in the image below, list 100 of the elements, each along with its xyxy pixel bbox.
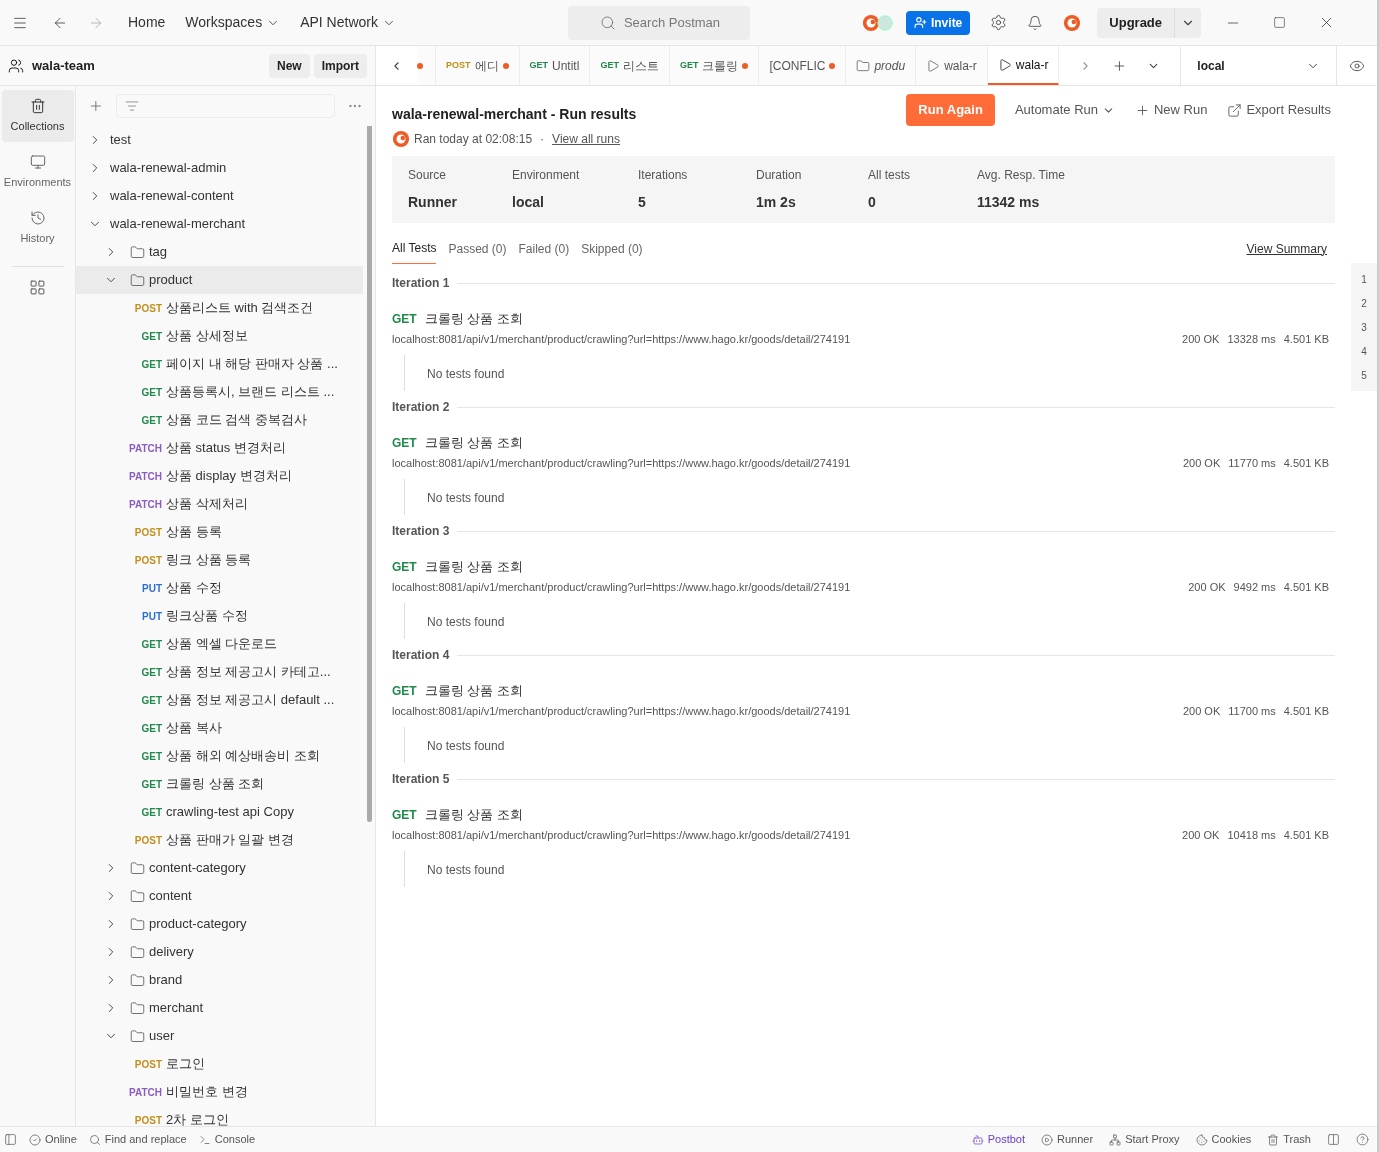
invite-button[interactable]: Invite bbox=[905, 10, 971, 35]
filter-tab[interactable]: Skipped (0) bbox=[581, 239, 643, 264]
request-item[interactable]: POST 상품리스트 with 검색조건 bbox=[132, 298, 314, 318]
request-item[interactable]: GET 상품등록시, 브랜드 리스트 ... bbox=[132, 382, 335, 402]
scrollbar-thumb[interactable] bbox=[366, 126, 372, 822]
help-icon[interactable] bbox=[1356, 1133, 1369, 1146]
request-name: 크롤링 상품 조회 bbox=[424, 682, 523, 700]
folder-item[interactable]: product-category bbox=[76, 910, 363, 938]
nav-link[interactable]: API Network bbox=[300, 12, 396, 33]
folder-item[interactable]: tag bbox=[76, 238, 363, 266]
status-button[interactable]: Start Proxy bbox=[1109, 1131, 1180, 1148]
automate-run-button[interactable]: Automate Run bbox=[1014, 100, 1115, 120]
request-item[interactable]: GET 페이지 내 해당 판매자 상품 ... bbox=[132, 354, 338, 374]
collection-item[interactable]: wala-renewal-merchant bbox=[76, 210, 363, 238]
settings-icon[interactable] bbox=[990, 14, 1008, 31]
request-tab[interactable]: wala-r bbox=[916, 46, 988, 85]
request-item[interactable]: GET 상품 해외 예상배송비 조회 bbox=[132, 746, 320, 766]
runner-icon bbox=[926, 58, 941, 73]
folder-item[interactable]: content-category bbox=[76, 854, 363, 882]
layout-icon[interactable] bbox=[1327, 1133, 1340, 1146]
request-url: localhost:8081/api/v1/merchant/product/crawling?url=https://www.hago.kr/goods/detail/274191 bbox=[392, 703, 851, 719]
view-summary-link[interactable]: View Summary bbox=[1246, 239, 1327, 264]
team-icon bbox=[8, 57, 24, 74]
stat-value: local bbox=[512, 193, 545, 212]
request-item[interactable]: PUT 상품 수정 bbox=[132, 578, 222, 598]
add-icon[interactable] bbox=[88, 98, 104, 114]
search-field[interactable]: Search Postman bbox=[567, 5, 750, 40]
folder-icon bbox=[130, 244, 145, 260]
folder-item[interactable]: brand bbox=[76, 966, 363, 994]
status-button[interactable]: Cookies bbox=[1195, 1131, 1252, 1148]
request-tab[interactable]: wala-r bbox=[987, 46, 1060, 85]
status-button[interactable]: Trash bbox=[1267, 1131, 1311, 1148]
request-item[interactable]: GET 상품 정보 제공고시 default ... bbox=[132, 690, 335, 710]
sidebar-tab[interactable]: Environments bbox=[1, 146, 74, 198]
request-item[interactable]: GET crawling-test api Copy bbox=[132, 802, 294, 822]
environment-select[interactable]: local bbox=[1180, 46, 1336, 85]
tab-icon bbox=[29, 153, 46, 170]
nav-link[interactable]: Workspaces bbox=[185, 12, 281, 33]
filter-tab[interactable]: Failed (0) bbox=[518, 239, 570, 264]
request-item[interactable]: GET 상품 코드 검색 중복검사 bbox=[132, 410, 307, 430]
status-icon bbox=[88, 1133, 101, 1146]
collection-item[interactable]: test bbox=[76, 126, 363, 154]
filter-tab[interactable]: Passed (0) bbox=[448, 239, 507, 264]
request-item[interactable]: POST 상품 판매가 일괄 변경 bbox=[132, 830, 294, 850]
folder-name: content-category bbox=[149, 859, 246, 878]
grid-plus-icon[interactable] bbox=[29, 279, 46, 296]
request-item[interactable]: POST 링크 상품 등록 bbox=[132, 550, 252, 570]
status-icon bbox=[1041, 1133, 1054, 1146]
request-item[interactable]: GET 상품 상세정보 bbox=[132, 326, 248, 346]
iteration-marker[interactable]: 4 bbox=[1361, 339, 1367, 363]
avatar-icon bbox=[861, 13, 880, 32]
request-tab[interactable]: GET 리스트 bbox=[590, 46, 670, 85]
request-item[interactable]: GET 상품 정보 제공고시 카테고... bbox=[132, 662, 331, 682]
header-button[interactable]: New bbox=[268, 53, 310, 78]
request-item[interactable]: POST 상품 등록 bbox=[132, 522, 222, 542]
notification-icon[interactable] bbox=[1027, 14, 1044, 31]
request-tab[interactable]: GET 크롤링 bbox=[669, 46, 760, 85]
status-button[interactable]: Runner bbox=[1041, 1131, 1094, 1148]
header-button[interactable]: Import bbox=[313, 53, 367, 78]
toggle-sidebar-icon[interactable] bbox=[4, 1133, 17, 1146]
filter-field[interactable] bbox=[115, 94, 336, 118]
iteration-marker[interactable]: 5 bbox=[1361, 363, 1367, 387]
request-tab[interactable]: produ bbox=[846, 46, 917, 85]
iteration-marker[interactable]: 1 bbox=[1361, 267, 1367, 291]
request-name: 크롤링 상품 조회 bbox=[424, 558, 523, 576]
request-item[interactable]: GET 크롤링 상품 조회 bbox=[132, 774, 265, 794]
folder-item[interactable]: user bbox=[76, 1022, 363, 1050]
request-url: localhost:8081/api/v1/merchant/product/crawling?url=https://www.hago.kr/goods/detail/274191 bbox=[392, 455, 851, 471]
maximize-icon[interactable] bbox=[1273, 16, 1287, 29]
workspace-name: wala-team bbox=[32, 56, 95, 75]
nav-link[interactable]: Home bbox=[128, 12, 166, 33]
status-button[interactable]: Console bbox=[198, 1131, 256, 1148]
folder-item[interactable]: product bbox=[76, 266, 363, 294]
request-url: localhost:8081/api/v1/merchant/product/crawling?url=https://www.hago.kr/goods/detail/274191 bbox=[392, 331, 851, 347]
folder-item[interactable]: merchant bbox=[76, 994, 363, 1022]
request-tab[interactable]: POST 에디 bbox=[436, 46, 520, 85]
folder-item[interactable]: delivery bbox=[76, 938, 363, 966]
request-tab[interactable]: [CONFLIC bbox=[759, 46, 847, 85]
status-button[interactable]: Postbot bbox=[971, 1131, 1026, 1148]
sidebar-tab[interactable]: Collections bbox=[1, 90, 74, 142]
request-item[interactable]: POST 2차 로그인 bbox=[132, 1110, 229, 1126]
request-item[interactable]: GET 상품 엑셀 다운로드 bbox=[132, 634, 278, 654]
iteration-marker[interactable]: 2 bbox=[1361, 291, 1367, 315]
folder-icon bbox=[856, 58, 871, 73]
request-tab[interactable]: GET Untitl bbox=[519, 46, 591, 85]
request-item[interactable]: GET 상품 복사 bbox=[132, 718, 222, 738]
request-tab[interactable] bbox=[417, 46, 436, 85]
sidebar-tab[interactable]: History bbox=[1, 202, 74, 254]
export-results-button[interactable]: Export Results bbox=[1227, 100, 1331, 120]
collection-item[interactable]: wala-renewal-admin bbox=[76, 154, 363, 182]
request-item[interactable]: POST 로그인 bbox=[132, 1054, 205, 1074]
request-item[interactable]: PUT 링크상품 수정 bbox=[132, 606, 248, 626]
folder-item[interactable]: content bbox=[76, 882, 363, 910]
status-button[interactable]: Online bbox=[29, 1131, 77, 1148]
new-run-button[interactable]: New Run bbox=[1135, 100, 1208, 120]
view-all-runs-link[interactable]: View all runs bbox=[552, 130, 620, 148]
filter-tab[interactable]: All Tests bbox=[392, 239, 437, 264]
status-button[interactable]: Find and replace bbox=[88, 1131, 187, 1148]
iteration-marker[interactable]: 3 bbox=[1361, 315, 1367, 339]
collection-item[interactable]: wala-renewal-content bbox=[76, 182, 363, 210]
